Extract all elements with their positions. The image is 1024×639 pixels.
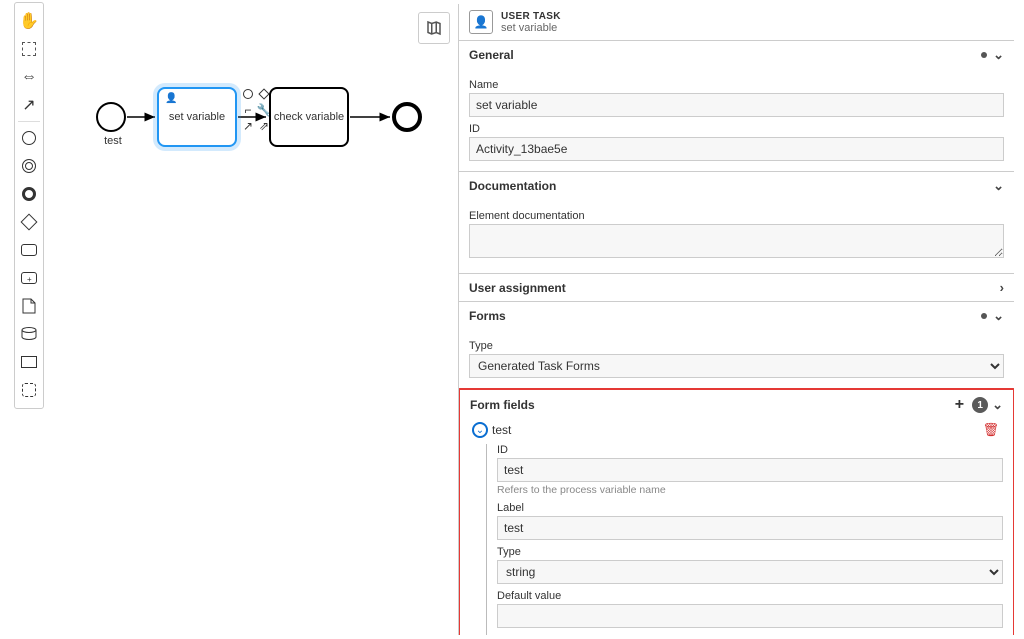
tool-connect-icon[interactable]: ↗ [15,91,43,119]
chevron-down-icon: ⌄ [993,308,1004,324]
tool-palette: ✋ ⇔ ↗ + [14,2,44,409]
start-event[interactable] [96,102,126,132]
ff-constraints-label: Constraints [497,634,558,636]
tool-subprocess-icon[interactable]: + [15,264,43,292]
form-field-item-header[interactable]: ⌄ test 🗑 [470,422,1003,438]
ff-type-select[interactable]: string [497,560,1003,584]
doc-label: Element documentation [469,210,1004,222]
tool-gateway-icon[interactable] [15,208,43,236]
group-title: General [469,48,514,62]
group-title: User assignment [469,281,566,295]
properties-panel: 👤 USER TASK set variable General ⌄ Name … [458,4,1014,635]
group-general: General ⌄ Name ID [459,41,1014,172]
ff-label-input[interactable] [497,516,1003,540]
tool-group-icon[interactable] [15,376,43,404]
add-constraint-icon[interactable]: + [990,632,1003,635]
ff-constraints-row[interactable]: Constraints + [497,628,1003,635]
forms-type-label: Type [469,340,1004,352]
tool-hand-icon[interactable]: ✋ [15,7,43,35]
end-event[interactable] [392,102,422,132]
form-fields-count-badge: 1 [972,397,988,413]
tool-participant-icon[interactable] [15,348,43,376]
task-label: check variable [274,111,344,123]
form-field-name: test [492,423,511,437]
task-check-variable[interactable]: check variable [269,87,349,147]
form-field-body: ID Refers to the process variable name L… [486,444,1003,635]
ff-label-label: Label [497,502,1003,514]
ff-default-label: Default value [497,590,1003,602]
panel-header: 👤 USER TASK set variable [459,4,1014,41]
ctx-annotation-icon[interactable]: ⌐ [240,102,256,118]
tool-data-store-icon[interactable] [15,320,43,348]
ff-type-label: Type [497,546,1003,558]
group-title: Documentation [469,179,556,193]
group-general-header[interactable]: General ⌄ [459,41,1014,69]
task-set-variable[interactable]: 👤 set variable [157,87,237,147]
tool-lasso-icon[interactable] [22,42,36,56]
group-forms: Forms ⌄ Type Generated Task Forms [459,302,1014,389]
name-label: Name [469,79,1004,91]
doc-textarea[interactable] [469,224,1004,258]
chevron-down-icon: ⌄ [992,397,1003,413]
form-fields-highlight: Form fields + 1 ⌄ ⌄ test 🗑 ID Refers to … [458,388,1014,635]
task-label: set variable [169,111,225,123]
group-title: Form fields [470,398,535,412]
group-forms-header[interactable]: Forms ⌄ [459,302,1014,330]
ff-id-hint: Refers to the process variable name [497,484,1003,496]
tool-end-event-icon[interactable] [15,180,43,208]
id-input[interactable] [469,137,1004,161]
tool-space-icon[interactable]: ⇔ [15,63,43,91]
user-task-icon: 👤 [165,93,177,104]
collapse-toggle-icon[interactable]: ⌄ [472,422,488,438]
tool-start-event-icon[interactable] [15,124,43,152]
group-user-assignment: User assignment › [459,274,1014,302]
group-documentation-header[interactable]: Documentation ⌄ [459,172,1014,200]
group-form-fields: Form fields + 1 ⌄ ⌄ test 🗑 ID Refers to … [460,390,1013,635]
tool-data-object-icon[interactable] [15,292,43,320]
group-user-assignment-header[interactable]: User assignment › [459,274,1014,301]
ctx-connect-icon[interactable]: ↗ [240,118,256,134]
chevron-down-icon: ⌄ [993,47,1004,63]
add-form-field-icon[interactable]: + [955,396,964,414]
delete-form-field-icon[interactable]: 🗑 [982,422,1003,438]
ctx-append-event-icon[interactable] [240,86,256,102]
chevron-right-icon: › [1000,280,1004,295]
group-title: Forms [469,309,506,323]
tool-task-icon[interactable] [15,236,43,264]
user-task-type-icon: 👤 [469,10,493,34]
name-input[interactable] [469,93,1004,117]
group-documentation: Documentation ⌄ Element documentation [459,172,1014,274]
start-event-label: test [100,135,126,147]
diagram-canvas[interactable]: test 👤 set variable ⌐ 🔧 ◐ ↗ ⇗ 🗑 check va… [60,0,456,639]
tool-intermediate-event-icon[interactable] [15,152,43,180]
forms-type-select[interactable]: Generated Task Forms [469,354,1004,378]
element-name: set variable [501,22,561,34]
modified-indicator-icon [981,313,987,319]
chevron-down-icon: ⌄ [993,178,1004,194]
element-type: USER TASK [501,11,561,22]
id-label: ID [469,123,1004,135]
modified-indicator-icon [981,52,987,58]
group-form-fields-header[interactable]: Form fields + 1 ⌄ [460,390,1013,420]
minimap-toggle-icon[interactable] [418,12,450,44]
ff-default-input[interactable] [497,604,1003,628]
ff-id-input[interactable] [497,458,1003,482]
ff-id-label: ID [497,444,1003,456]
